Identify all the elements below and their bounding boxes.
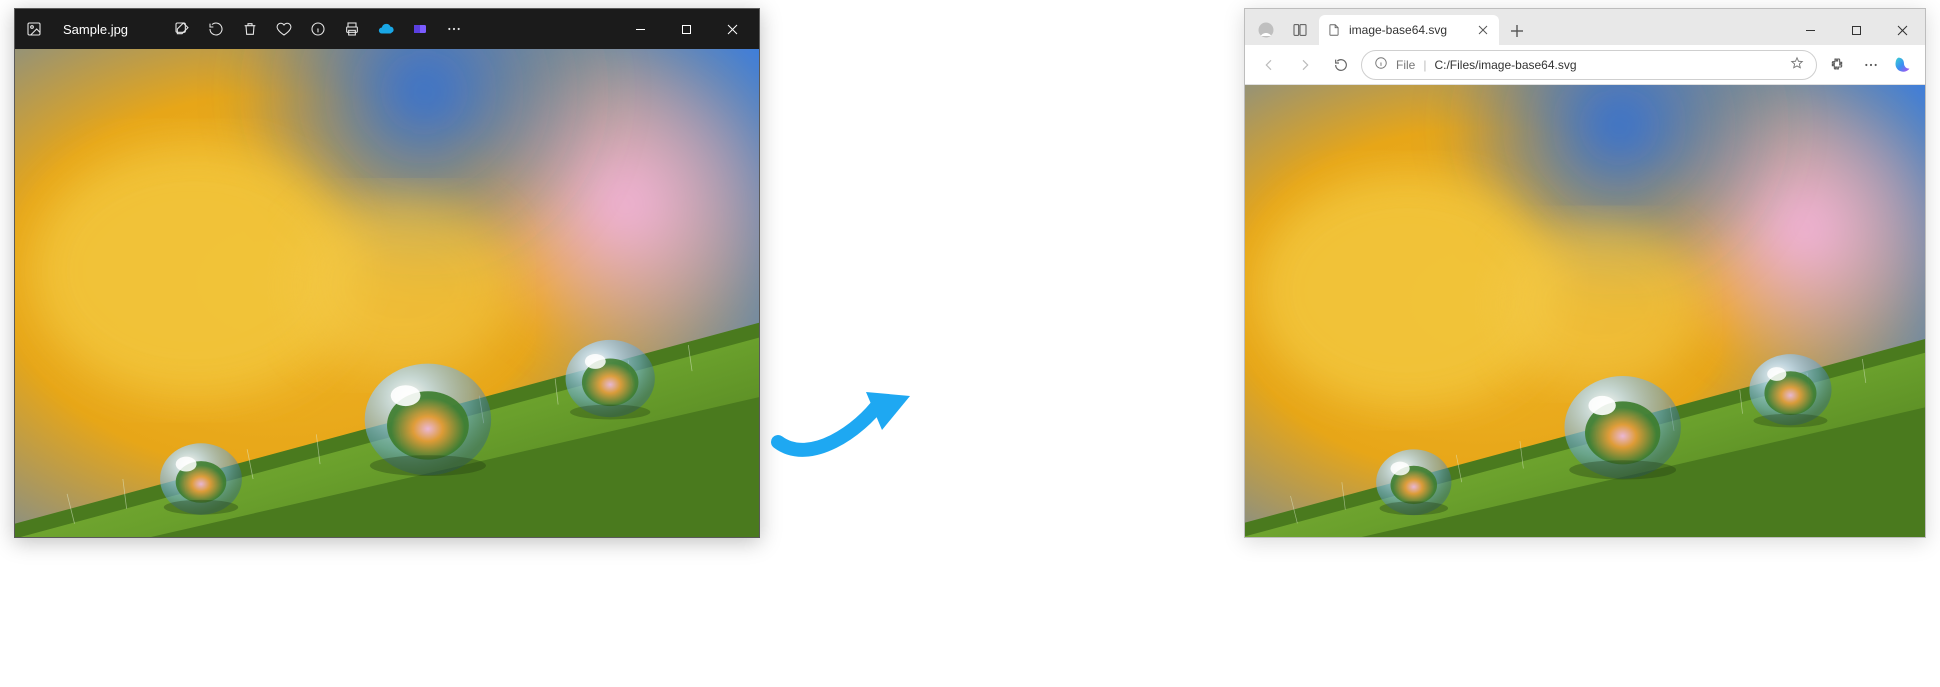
edge-window-controls xyxy=(1787,15,1925,45)
photos-viewport[interactable] xyxy=(15,49,759,537)
minimize-button[interactable] xyxy=(1787,15,1833,45)
photos-toolbar xyxy=(168,15,617,43)
photos-titlebar: Sample.jpg xyxy=(15,9,759,49)
url-separator: | xyxy=(1423,58,1426,72)
settings-more-icon[interactable] xyxy=(1855,49,1887,81)
photos-app-icon xyxy=(23,18,45,40)
address-bar[interactable]: File | xyxy=(1361,50,1817,80)
close-button[interactable] xyxy=(709,13,755,45)
conversion-arrow xyxy=(770,370,910,480)
extensions-icon[interactable] xyxy=(1821,49,1853,81)
edge-toolbar: File | xyxy=(1245,45,1925,85)
photos-filename: Sample.jpg xyxy=(63,22,128,37)
edit-icon[interactable] xyxy=(168,15,196,43)
edge-browser-window: image-base64.svg xyxy=(1244,8,1926,538)
copilot-icon[interactable] xyxy=(1889,51,1917,79)
edge-right-buttons xyxy=(1821,49,1917,81)
tab-actions-icon[interactable] xyxy=(1285,15,1315,45)
rotate-icon[interactable] xyxy=(202,15,230,43)
favorite-star-icon[interactable] xyxy=(1790,56,1804,73)
photos-window-controls xyxy=(617,13,755,45)
photos-app-window: Sample.jpg xyxy=(14,8,760,538)
file-favicon xyxy=(1327,23,1341,37)
clipchamp-icon[interactable] xyxy=(406,15,434,43)
onedrive-icon[interactable] xyxy=(372,15,400,43)
site-info-icon[interactable] xyxy=(1374,56,1388,73)
url-scheme-label: File xyxy=(1396,58,1415,72)
maximize-button[interactable] xyxy=(663,13,709,45)
edge-chrome: image-base64.svg xyxy=(1245,9,1925,85)
browser-tab[interactable]: image-base64.svg xyxy=(1319,15,1499,45)
minimize-button[interactable] xyxy=(617,13,663,45)
print-icon[interactable] xyxy=(338,15,366,43)
info-icon[interactable] xyxy=(304,15,332,43)
back-button[interactable] xyxy=(1253,49,1285,81)
tab-close-icon[interactable] xyxy=(1475,22,1491,38)
delete-icon[interactable] xyxy=(236,15,264,43)
edge-tabstrip: image-base64.svg xyxy=(1245,9,1925,45)
heart-icon[interactable] xyxy=(270,15,298,43)
profile-icon[interactable] xyxy=(1251,15,1281,45)
more-icon[interactable] xyxy=(440,15,468,43)
refresh-button[interactable] xyxy=(1325,49,1357,81)
url-input[interactable] xyxy=(1434,58,1782,72)
browser-viewport[interactable] xyxy=(1245,85,1925,537)
tab-title: image-base64.svg xyxy=(1349,23,1467,37)
maximize-button[interactable] xyxy=(1833,15,1879,45)
new-tab-button[interactable] xyxy=(1503,17,1531,45)
forward-button[interactable] xyxy=(1289,49,1321,81)
close-button[interactable] xyxy=(1879,15,1925,45)
